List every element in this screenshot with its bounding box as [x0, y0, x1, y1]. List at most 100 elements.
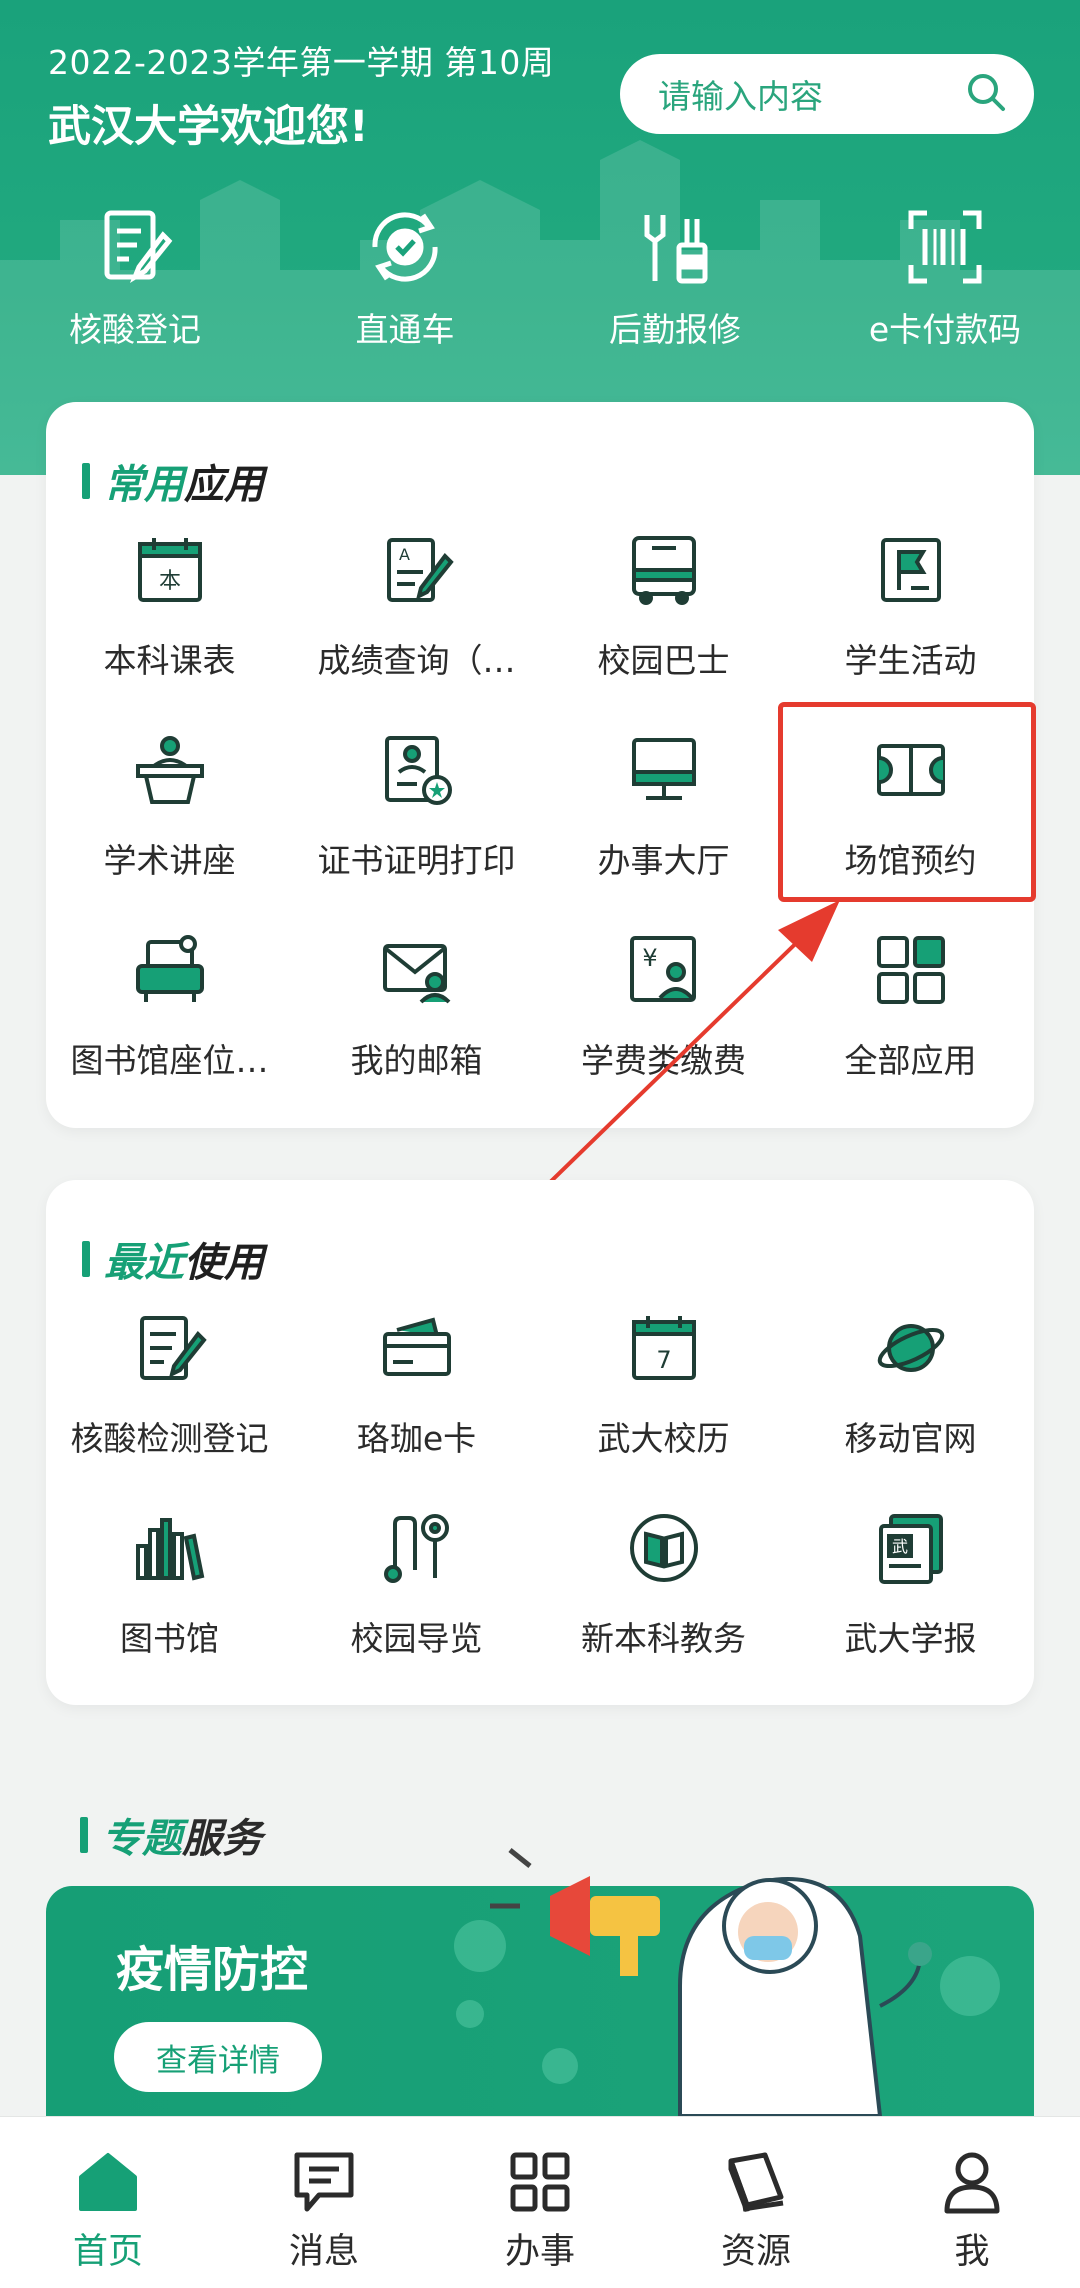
- app-label: 图书馆: [120, 1619, 219, 1658]
- search-bar[interactable]: 请输入内容: [620, 54, 1034, 134]
- app-label: 武大校历: [597, 1419, 730, 1458]
- apps-grid-icon: [510, 2152, 570, 2212]
- tab-label: 首页: [72, 2232, 143, 2272]
- quick-label: 核酸登记: [69, 310, 201, 349]
- planet-icon: [877, 1324, 944, 1372]
- svg-text:本: 本: [158, 569, 180, 594]
- app-academic-lecture[interactable]: 学术讲座: [46, 732, 293, 932]
- user-icon: [944, 2152, 1000, 2214]
- app-label: 校园巴士: [597, 641, 730, 680]
- mail-icon: [382, 944, 450, 1004]
- app-mobile-website[interactable]: 移动官网: [787, 1310, 1034, 1510]
- grid-icon: [876, 936, 945, 1004]
- home-icon: [79, 2153, 137, 2211]
- tab-resources[interactable]: 资源: [648, 2117, 864, 2288]
- common-apps-title: 常用 应用: [82, 452, 264, 510]
- title-bar: [82, 463, 90, 499]
- quick-actions: 核酸登记 直通车 后勤报修 e卡付款码: [0, 205, 1080, 365]
- tab-home[interactable]: 首页: [0, 2117, 216, 2288]
- app-label: 全部应用: [844, 1041, 977, 1080]
- highlight-box: [778, 702, 1036, 902]
- svg-text:武: 武: [891, 1537, 907, 1556]
- app-label: 移动官网: [844, 1419, 977, 1458]
- quick-label: 直通车: [355, 310, 455, 349]
- app-label: 办事大厅: [597, 841, 730, 880]
- quick-repair[interactable]: 后勤报修: [540, 205, 810, 365]
- refresh-check-icon: [372, 212, 438, 282]
- tab-label: 消息: [288, 2232, 359, 2272]
- newspaper-icon: 武: [878, 1514, 943, 1584]
- quick-nucleic-registration[interactable]: 核酸登记: [0, 205, 270, 365]
- app-library[interactable]: 图书馆: [46, 1510, 293, 1710]
- bus-icon: [631, 536, 696, 605]
- app-luojia-ecard[interactable]: 珞珈e卡: [293, 1310, 540, 1510]
- tab-me[interactable]: 我: [864, 2117, 1080, 2288]
- view-details-button[interactable]: 查看详情: [114, 2022, 322, 2092]
- recent-apps-card: 最近 使用 核酸检测登记 珞珈e卡 7 武大校历 移动官网 图书馆 校园导览 新…: [46, 1180, 1034, 1705]
- app-campus-guide[interactable]: 校园导览: [293, 1510, 540, 1710]
- semester-label: 2022-2023学年第一学期 第10周: [48, 43, 555, 82]
- title-rest: 应用: [184, 462, 264, 508]
- topic-services-title: 专题 服务: [80, 1806, 262, 1864]
- calendar-icon: 本: [137, 538, 202, 602]
- app-label: 图书馆座位…: [70, 1041, 269, 1080]
- tab-label: 我: [954, 2232, 990, 2272]
- app-label: 新本科教务: [581, 1619, 746, 1658]
- bottom-tab-bar: 首页 消息 办事 资源 我: [0, 2116, 1080, 2288]
- banner-title: 疫情防控: [116, 1942, 309, 1998]
- app-label: 本科课表: [103, 641, 236, 680]
- tab-label: 资源: [720, 2232, 791, 2272]
- title-rest: 服务: [182, 1816, 262, 1862]
- app-label: 证书证明打印: [317, 841, 516, 880]
- quick-label: 后勤报修: [609, 310, 741, 349]
- medic-megaphone-illustration: [454, 1848, 1000, 2116]
- app-new-undergrad-affairs[interactable]: 新本科教务: [540, 1510, 787, 1710]
- title-rest: 使用: [184, 1240, 264, 1286]
- tab-messages[interactable]: 消息: [216, 2117, 432, 2288]
- form-edit-icon: [139, 1316, 207, 1380]
- app-label: 成绩查询（…: [317, 641, 516, 680]
- title-bar: [82, 1241, 90, 1277]
- tools-icon: [644, 215, 708, 284]
- app-nucleic-test-registration[interactable]: 核酸检测登记: [46, 1310, 293, 1510]
- app-label: 校园导览: [350, 1619, 483, 1658]
- monitor-icon: [631, 738, 696, 800]
- tab-label: 办事: [504, 2232, 575, 2272]
- app-whu-journal[interactable]: 武 武大学报: [787, 1510, 1034, 1710]
- title-highlight: 最近: [104, 1240, 184, 1286]
- search-icon[interactable]: [964, 70, 1008, 118]
- certificate-icon: [384, 736, 452, 805]
- book-stack-icon: [728, 2152, 784, 2212]
- books-icon: [135, 1518, 204, 1581]
- app-campus-bus[interactable]: 校园巴士: [540, 532, 787, 732]
- flag-icon: [880, 538, 941, 602]
- title-highlight: 专题: [102, 1816, 182, 1862]
- podium-icon: [135, 736, 204, 804]
- app-score-query[interactable]: A 成绩查询（…: [293, 532, 540, 732]
- welcome-title: 武汉大学欢迎您!: [48, 102, 369, 152]
- title-highlight: 常用: [104, 462, 184, 508]
- form-edit-icon: [104, 210, 173, 283]
- seat-icon: [135, 935, 204, 1002]
- app-label: 核酸检测登记: [70, 1419, 269, 1458]
- app-label: 武大学报: [844, 1619, 977, 1658]
- tab-services[interactable]: 办事: [432, 2117, 648, 2288]
- app-whu-calendar[interactable]: 7 武大校历: [540, 1310, 787, 1510]
- search-placeholder: 请输入内容: [658, 77, 823, 116]
- quick-ecard-paycode[interactable]: e卡付款码: [810, 205, 1080, 365]
- app-label: 珞珈e卡: [356, 1419, 477, 1458]
- app-library-seat[interactable]: 图书馆座位…: [46, 932, 293, 1132]
- book-circle-icon: [629, 1514, 698, 1582]
- app-undergrad-timetable[interactable]: 本 本科课表: [46, 532, 293, 732]
- app-label: 学术讲座: [103, 841, 236, 880]
- message-icon: [294, 2152, 354, 2212]
- svg-text:A: A: [399, 545, 410, 564]
- recent-apps-title: 最近 使用: [82, 1230, 264, 1288]
- quick-express[interactable]: 直通车: [270, 205, 540, 365]
- card-icon: [382, 1317, 451, 1376]
- title-bar: [80, 1817, 88, 1853]
- svg-text:7: 7: [656, 1346, 671, 1374]
- calendar-7-icon: 7: [631, 1316, 696, 1380]
- quick-label: e卡付款码: [868, 310, 1022, 349]
- map-pin-icon: [383, 1514, 449, 1583]
